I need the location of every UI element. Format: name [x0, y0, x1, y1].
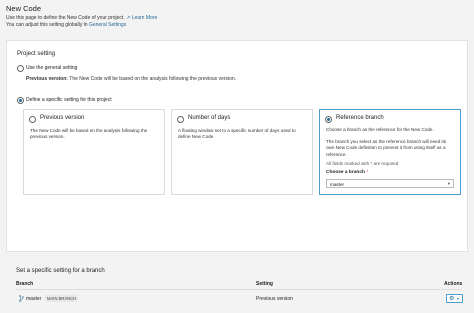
required-star: *	[366, 170, 369, 175]
card-description-detail: The branch you select as the reference b…	[326, 139, 447, 157]
number-of-days-radio[interactable]	[177, 116, 184, 123]
use-general-label[interactable]: Use the general setting	[26, 65, 77, 71]
branch-setting-value: Previous version	[256, 296, 293, 302]
gear-icon: ⚙	[449, 296, 455, 302]
project-setting-title: Project setting	[17, 51, 56, 57]
branch-name: master	[26, 296, 42, 302]
choose-branch-label: Choose a branch *	[326, 170, 369, 175]
settings-panel: Project setting Use the general setting …	[6, 40, 468, 252]
card-title: Number of days	[188, 115, 231, 121]
card-previous-version[interactable]: Previous version The New Code will be ba…	[23, 109, 165, 195]
page-description: Use this page to define the New Code of …	[6, 15, 158, 21]
general-setting-note: Previous version: The New Code will be b…	[26, 76, 237, 82]
chevron-down-icon: ▾	[447, 181, 450, 186]
card-title: Reference branch	[336, 115, 384, 121]
page-description-global: You can adjust this setting globally in …	[6, 22, 127, 28]
branch-icon	[19, 295, 24, 302]
define-specific-radio[interactable]	[17, 97, 24, 104]
column-header-actions: Actions	[444, 281, 463, 287]
card-number-of-days[interactable]: Number of days A floating window set to …	[171, 109, 313, 195]
reference-branch-radio[interactable]	[325, 116, 332, 123]
branch-actions-button[interactable]: ⚙ ▾	[446, 294, 463, 303]
learn-more-link[interactable]: Learn More	[132, 15, 158, 21]
general-settings-link[interactable]: General Settings	[89, 22, 126, 28]
page-title: New Code	[6, 4, 42, 13]
use-general-radio[interactable]	[17, 65, 24, 72]
define-specific-label[interactable]: Define a specific setting for this proje…	[26, 97, 112, 103]
card-description: A floating window set to a specific numb…	[178, 128, 296, 140]
card-description: The New Code will be based on the analys…	[30, 128, 148, 140]
column-header-branch: Branch	[16, 281, 34, 287]
branch-select-value: master	[330, 181, 345, 187]
branch-select[interactable]: master ▾	[326, 179, 454, 188]
external-link-icon[interactable]: ↗	[126, 15, 130, 21]
main-branch-badge: MAIN BRANCH	[45, 295, 79, 302]
required-note: All fields marked with * are required	[326, 161, 399, 166]
page-header: New Code Use this page to define the New…	[0, 0, 474, 38]
branch-section-title: Set a specific setting for a branch	[16, 268, 105, 274]
previous-version-radio[interactable]	[29, 116, 36, 123]
card-reference-branch[interactable]: Reference branch Choose a branch as the …	[319, 109, 461, 195]
chevron-down-icon: ▾	[457, 296, 460, 301]
card-description: Choose a branch as the reference for the…	[326, 127, 434, 132]
table-divider	[16, 289, 462, 290]
card-title: Previous version	[40, 115, 85, 121]
column-header-setting: Setting	[256, 281, 273, 287]
